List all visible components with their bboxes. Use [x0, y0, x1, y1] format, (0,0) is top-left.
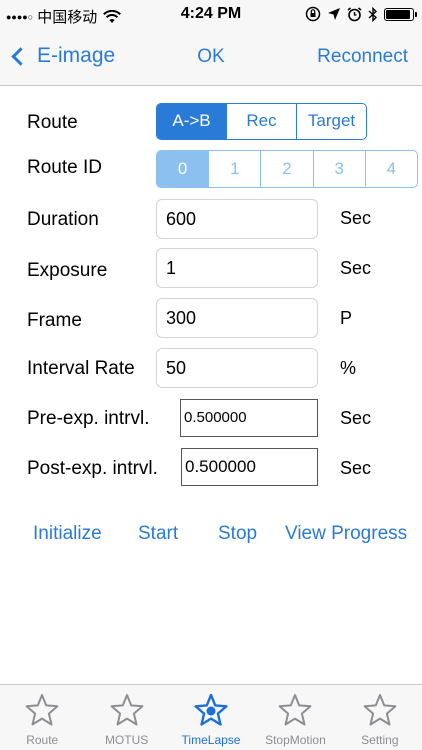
star-icon: [363, 694, 397, 726]
pre-exp-interval-unit: Sec: [340, 408, 372, 428]
route-option-target[interactable]: Target: [297, 104, 366, 139]
tab-route[interactable]: Route: [0, 685, 84, 750]
status-right: [305, 6, 417, 22]
route-id-option-1[interactable]: 1: [209, 151, 262, 187]
tab-setting[interactable]: Setting: [338, 685, 422, 750]
route-option-a-b[interactable]: A->B: [157, 104, 227, 139]
back-button-label: E-image: [37, 44, 116, 67]
exposure-unit: Sec: [340, 258, 372, 278]
tab-motus[interactable]: MOTUS: [84, 685, 168, 750]
interval-rate-field[interactable]: 50: [156, 348, 318, 388]
route-id-option-2[interactable]: 2: [261, 151, 314, 187]
post-exp-interval-unit: Sec: [340, 458, 372, 478]
tab-stopmotion-label: StopMotion: [265, 733, 326, 747]
tab-timelapse[interactable]: TimeLapse: [169, 685, 253, 750]
start-button[interactable]: Start: [138, 523, 178, 545]
star-icon: [110, 694, 144, 726]
duration-unit: Sec: [340, 208, 372, 228]
tab-bar: Route MOTUS TimeLapse StopMotion Setting: [0, 684, 422, 750]
post-exp-interval-label: Post-exp. intrvl.: [27, 458, 158, 479]
tab-setting-label: Setting: [361, 733, 399, 747]
back-button[interactable]: E-image: [10, 44, 115, 68]
frame-unit: P: [340, 308, 353, 328]
reconnect-button[interactable]: Reconnect: [317, 46, 408, 68]
duration-field[interactable]: 600: [156, 199, 318, 239]
route-option-rec[interactable]: Rec: [227, 104, 297, 139]
tab-stopmotion[interactable]: StopMotion: [253, 685, 337, 750]
interval-rate-label: Interval Rate: [27, 358, 135, 379]
pre-exp-interval-label: Pre-exp. intrvl.: [27, 408, 150, 429]
post-exp-interval-field[interactable]: 0.500000: [181, 448, 318, 486]
alarm-icon: [347, 6, 362, 21]
location-arrow-icon: [328, 8, 340, 20]
route-id-option-4[interactable]: 4: [366, 151, 417, 187]
route-segmented-control: A->B Rec Target: [156, 103, 367, 140]
chevron-left-icon: [11, 46, 30, 66]
tab-motus-label: MOTUS: [104, 733, 149, 747]
star-icon: [194, 693, 228, 726]
star-icon: [279, 694, 312, 726]
ok-button[interactable]: OK: [197, 46, 224, 67]
navigation-bar: E-image OK Reconnect: [0, 30, 422, 86]
interval-rate-unit: %: [340, 358, 357, 378]
route-id-option-0[interactable]: 0: [157, 151, 210, 187]
stop-button[interactable]: Stop: [218, 523, 257, 545]
route-id-label: Route ID: [27, 157, 102, 178]
rotation-lock-icon: [305, 6, 321, 22]
route-id-segmented-control: 0 1 2 3 4: [156, 150, 418, 188]
frame-field[interactable]: 300: [156, 298, 318, 338]
exposure-field[interactable]: 1: [156, 248, 318, 288]
bluetooth-icon: [368, 6, 378, 22]
status-bar: ●●●●○ 中国移动 4:24 PM: [0, 0, 422, 30]
battery-icon: [384, 7, 417, 21]
route-id-option-3[interactable]: 3: [314, 151, 366, 187]
route-label: Route: [27, 112, 78, 133]
star-icon: [25, 694, 59, 726]
exposure-label: Exposure: [27, 260, 108, 281]
tab-timelapse-label: TimeLapse: [181, 733, 241, 747]
battery-level: [386, 9, 410, 19]
duration-label: Duration: [27, 209, 99, 230]
frame-label: Frame: [27, 310, 82, 331]
pre-exp-interval-field[interactable]: 0.500000: [180, 399, 318, 437]
initialize-button[interactable]: Initialize: [33, 523, 102, 545]
view-progress-button[interactable]: View Progress: [285, 523, 407, 545]
tab-route-label: Route: [26, 733, 59, 747]
